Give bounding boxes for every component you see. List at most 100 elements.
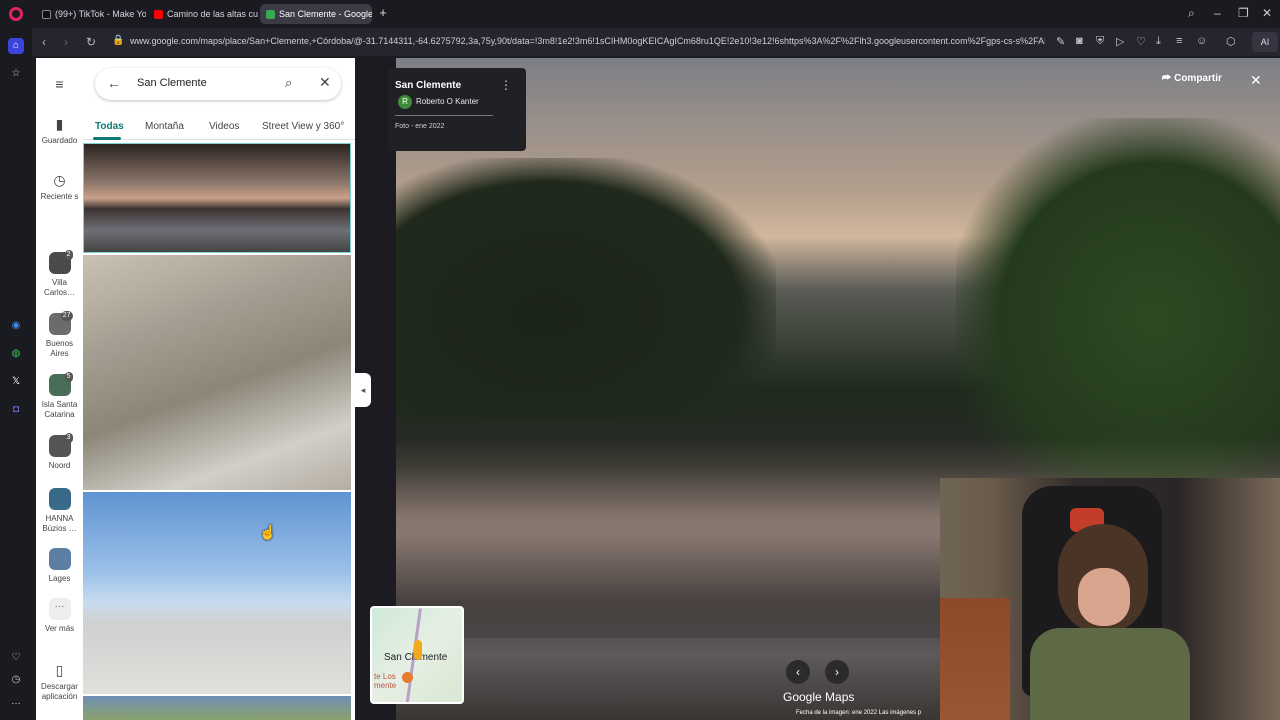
extension-icon[interactable]: ⬡ xyxy=(1226,35,1236,48)
opera-logo-icon[interactable] xyxy=(9,7,23,21)
menu-icon[interactable]: ≡ xyxy=(1176,35,1182,47)
photo-tabs: Todas Montaña Videos Street View y 360° xyxy=(83,114,355,140)
tab-google-maps[interactable]: San Clemente - Google M xyxy=(260,4,372,24)
avatar[interactable]: R xyxy=(398,95,412,109)
rail-place-lages[interactable]: Lages xyxy=(36,548,83,584)
back-arrow-icon[interactable]: ← xyxy=(107,75,121,91)
recent-label: Reciente s xyxy=(40,192,79,201)
place-thumbnail: 5 xyxy=(48,372,73,396)
pegman-icon xyxy=(414,640,422,660)
google-maps-icon xyxy=(266,9,275,19)
close-window-icon[interactable]: ✕ xyxy=(1262,6,1272,20)
place-title[interactable]: San Clemente xyxy=(395,80,461,91)
tab-montana[interactable]: Montaña xyxy=(145,121,184,132)
more-places-button[interactable]: ··· Ver más xyxy=(36,598,83,634)
tab-tiktok[interactable]: (99+) TikTok - Make Your D xyxy=(36,4,146,24)
history-icon[interactable]: ◷ xyxy=(8,672,24,688)
instagram-icon[interactable]: ◘ xyxy=(8,402,24,418)
x-icon[interactable]: 𝕏 xyxy=(8,374,24,390)
place-thumbnail: 27 xyxy=(48,311,73,335)
tiktok-icon xyxy=(42,9,51,19)
heart-sidebar-icon[interactable]: ♡ xyxy=(8,650,24,666)
close-street-view-icon[interactable]: ✕ xyxy=(1250,72,1262,89)
profile-icon[interactable]: ☺ xyxy=(1196,35,1207,47)
close-icon[interactable]: ✕ xyxy=(319,74,331,91)
rail-place-noord[interactable]: 3 Noord xyxy=(36,433,83,471)
camera-icon[interactable]: ◙ xyxy=(1076,35,1083,47)
photo-thumbnail-partial[interactable] xyxy=(83,696,351,720)
photo-info-card: San Clemente ⋮ R Roberto O Kanter Foto -… xyxy=(388,68,526,151)
play-icon[interactable]: ▷ xyxy=(1116,35,1124,48)
share-label: Compartir xyxy=(1174,73,1222,84)
minimize-icon[interactable]: – xyxy=(1214,6,1221,20)
shield-icon[interactable]: ⛨ xyxy=(1096,35,1104,48)
tab-videos[interactable]: Videos xyxy=(209,121,239,132)
floor xyxy=(940,598,1010,720)
previous-photo-button[interactable]: ‹ xyxy=(786,660,810,684)
image-date-footer: Fecha de la imagen: ene 2022 Las imágene… xyxy=(796,710,922,716)
reload-icon[interactable]: ↻ xyxy=(86,35,96,49)
search-tabs-icon[interactable]: ⌕ xyxy=(1188,6,1195,21)
rail-place-isla-santa-catarina[interactable]: 5 Isla Santa Catarina xyxy=(36,372,83,420)
place-count: 27 xyxy=(60,311,73,321)
rail-place-buenos-aires[interactable]: 27 Buenos Aires xyxy=(36,311,83,359)
search-box[interactable]: ← San Clemente ⌕ ✕ xyxy=(95,68,341,100)
forward-icon[interactable]: › xyxy=(64,35,68,49)
tab-todas[interactable]: Todas xyxy=(95,121,124,132)
person-body xyxy=(1030,628,1190,720)
photo-date: Foto - ene 2022 xyxy=(395,123,445,130)
saved-button[interactable]: ▮ Guardado xyxy=(36,116,83,146)
url-field[interactable]: www.google.com/maps/place/San+Clemente,+… xyxy=(130,36,1045,46)
download-icon[interactable]: ⤓ xyxy=(1156,35,1161,48)
maximize-icon[interactable]: ❐ xyxy=(1238,6,1249,20)
lock-icon[interactable]: 🔒 xyxy=(112,35,124,46)
author-name[interactable]: Roberto O Kanter xyxy=(416,97,479,106)
photo-thumbnail-sunset-river[interactable] xyxy=(83,143,351,253)
place-thumbnail xyxy=(48,488,71,510)
messenger-icon[interactable]: ◉ xyxy=(8,318,24,334)
active-tab-indicator xyxy=(93,137,121,140)
google-maps-logo: Google Maps xyxy=(783,690,855,704)
star-icon[interactable]: ☆ xyxy=(8,66,24,82)
maps-rail: ≡ ▮ Guardado ◷ Reciente s 2 Villa Carlos… xyxy=(36,58,83,720)
address-bar: ‹ › ↻ 🔒 www.google.com/maps/place/San+Cl… xyxy=(32,28,1280,56)
download-app-button[interactable]: ▯ Descargar aplicación xyxy=(36,662,83,702)
search-icon[interactable]: ⌕ xyxy=(285,75,292,91)
hamburger-icon: ≡ xyxy=(55,76,64,92)
history-icon: ◷ xyxy=(53,172,66,188)
home-icon[interactable]: ⌂ xyxy=(8,38,24,54)
place-label: Villa Carlos… xyxy=(43,278,76,297)
minimap[interactable]: San Clemente te Los mente xyxy=(370,606,464,704)
share-button[interactable]: ⮫ Compartir xyxy=(1162,73,1222,84)
rail-place-hanna-buzios[interactable]: HANNA Búzios … xyxy=(36,488,83,534)
photo-thumbnail-rocks-stream[interactable] xyxy=(83,255,351,490)
menu-button[interactable]: ≡ xyxy=(36,76,83,96)
tab-label: San Clemente - Google M xyxy=(279,9,372,19)
new-tab-icon[interactable]: + xyxy=(376,6,390,20)
rail-place-villa-carlos[interactable]: 2 Villa Carlos… xyxy=(36,250,83,298)
collapse-panel-button[interactable]: ◂ xyxy=(355,373,371,407)
more-options-icon[interactable]: ⋮ xyxy=(500,78,512,92)
photo-thumbnail-bridge[interactable] xyxy=(83,492,351,694)
next-photo-button[interactable]: › xyxy=(825,660,849,684)
place-label: Noord xyxy=(48,461,71,470)
trees-left xyxy=(396,158,776,418)
more-icon[interactable]: … xyxy=(8,694,24,710)
whatsapp-icon[interactable]: ◍ xyxy=(8,346,24,362)
place-label: Isla Santa Catarina xyxy=(41,400,78,419)
ai-button[interactable]: AI xyxy=(1252,32,1278,52)
tab-youtube[interactable]: Camino de las altas cumb xyxy=(148,4,258,24)
place-thumbnail: 3 xyxy=(48,433,73,457)
heart-icon[interactable]: ♡ xyxy=(1136,35,1146,48)
place-count: 5 xyxy=(64,372,73,382)
screen: (99+) TikTok - Make Your D Camino de las… xyxy=(0,0,1280,720)
place-thumbnail xyxy=(48,548,71,570)
edit-icon[interactable]: ✎ xyxy=(1056,35,1065,48)
recent-button[interactable]: ◷ Reciente s xyxy=(36,172,83,202)
search-input[interactable]: San Clemente xyxy=(137,77,207,89)
tab-street-view[interactable]: Street View y 360° xyxy=(262,121,344,132)
place-count: 2 xyxy=(64,250,73,260)
phone-icon: ▯ xyxy=(55,662,64,678)
tab-label: (99+) TikTok - Make Your D xyxy=(55,9,146,19)
back-icon[interactable]: ‹ xyxy=(42,35,46,49)
